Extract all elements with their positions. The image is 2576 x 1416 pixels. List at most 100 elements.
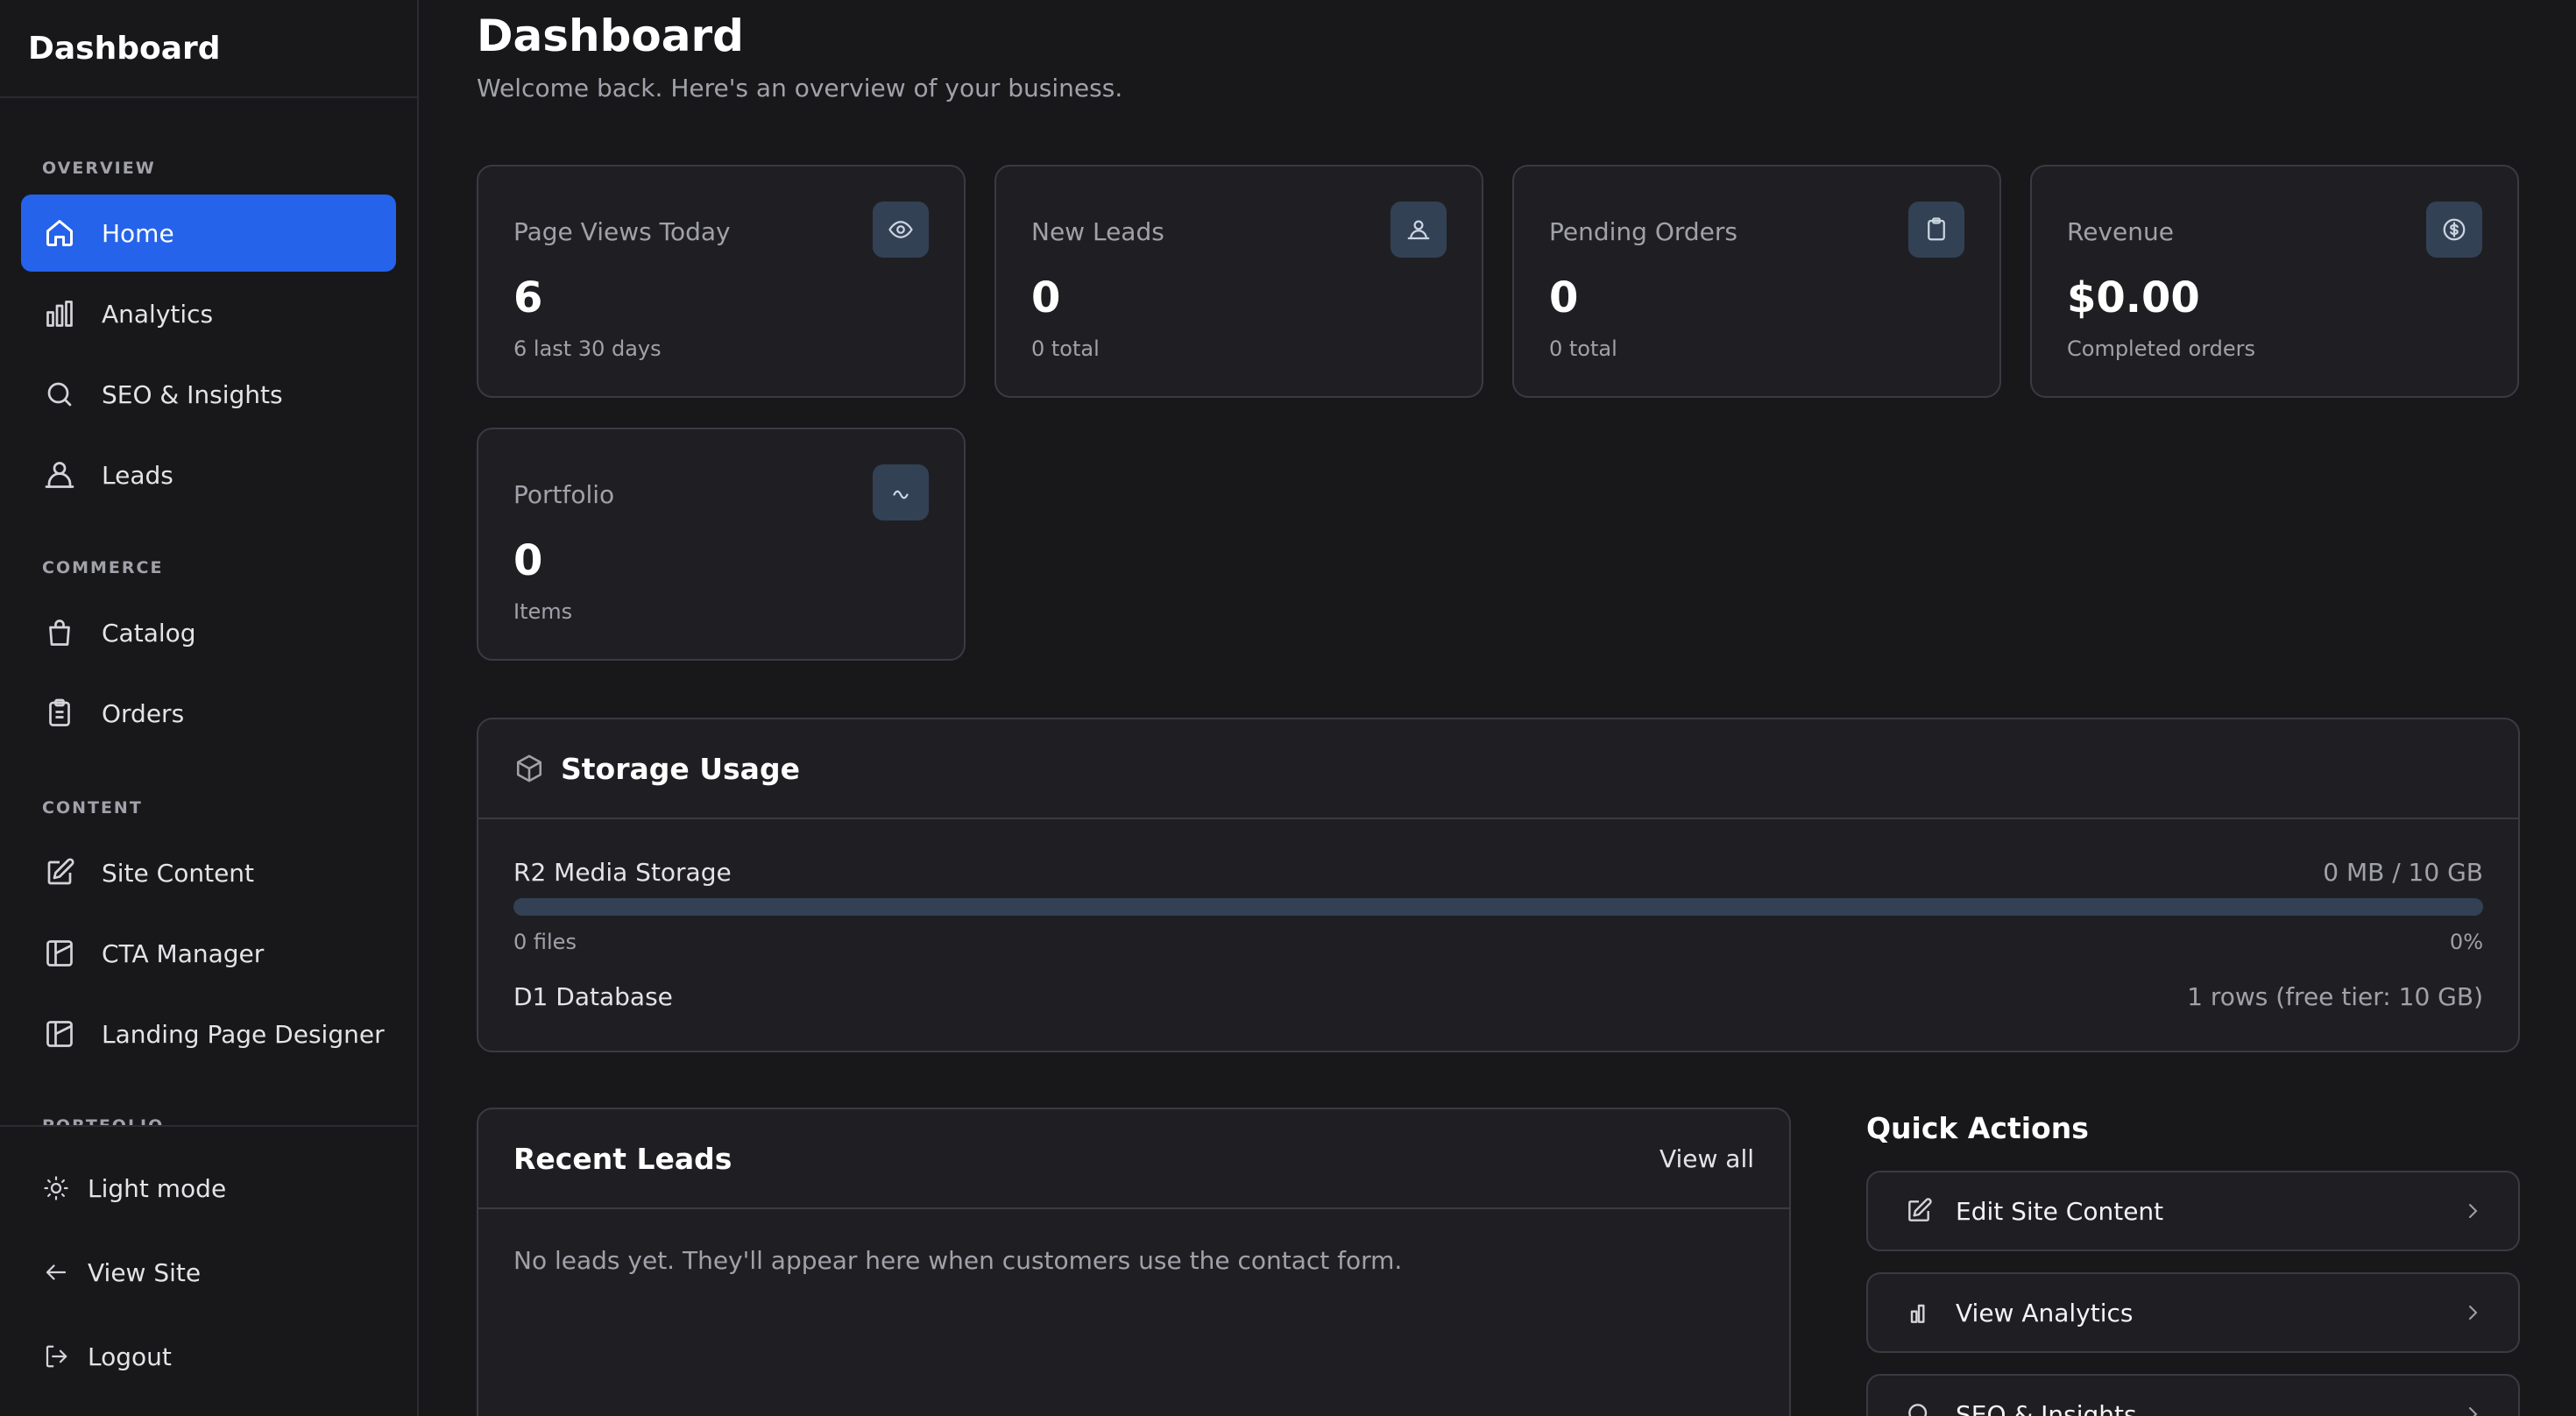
quick-action-edit-site-content[interactable]: Edit Site Content xyxy=(1866,1171,2520,1251)
stat-value: $0.00 xyxy=(2067,273,2200,322)
quick-action-view-analytics[interactable]: View Analytics xyxy=(1866,1272,2520,1353)
chevron-right-icon xyxy=(2469,1204,2478,1218)
chevron-right-icon xyxy=(2469,1407,2478,1416)
stat-label: Page Views Today xyxy=(513,217,731,246)
recent-leads-header: Recent Leads View all xyxy=(478,1109,1789,1209)
stat-value: 0 xyxy=(513,536,543,585)
quick-action-label: View Analytics xyxy=(1956,1298,2134,1328)
quick-action-label: SEO & Insights xyxy=(1956,1399,2137,1416)
view-all-link[interactable]: View all xyxy=(1660,1144,1754,1173)
shopping-bag-icon xyxy=(42,615,77,650)
users-icon xyxy=(42,457,77,492)
stat-sub: 0 total xyxy=(1549,336,1617,361)
d1-database-row: D1 Database 1 rows (free tier: 10 GB) xyxy=(513,982,2483,1011)
r2-storage-progress-bar xyxy=(513,898,2483,916)
chevron-right-icon xyxy=(2469,1306,2478,1320)
r2-storage-usage: 0 MB / 10 GB xyxy=(2323,858,2483,887)
sidebar-item-label: Site Content xyxy=(102,858,255,888)
nav-section-portfolio: PORTFOLIO xyxy=(0,1113,417,1125)
stat-sub: 0 total xyxy=(1031,336,1100,361)
eye-icon xyxy=(873,202,929,258)
quick-actions-title: Quick Actions xyxy=(1866,1111,2089,1145)
nav-heading-overview: OVERVIEW xyxy=(42,159,156,178)
sidebar-item-home[interactable]: Home xyxy=(21,195,396,272)
sidebar-item-analytics[interactable]: Analytics xyxy=(21,275,396,352)
sidebar-item-label: Orders xyxy=(102,698,185,728)
search-icon xyxy=(1903,1398,1935,1416)
sidebar-item-label: Leads xyxy=(102,460,173,490)
stat-card-pending-orders: Pending Orders 0 0 total xyxy=(1512,165,2001,398)
stat-card-portfolio: Portfolio 0 Items xyxy=(477,428,966,661)
home-icon xyxy=(42,216,77,251)
view-site-label: View Site xyxy=(88,1257,202,1287)
stat-value: 0 xyxy=(1031,273,1061,322)
logout-button[interactable]: Logout xyxy=(21,1314,396,1398)
quick-action-seo-insights[interactable]: SEO & Insights xyxy=(1866,1374,2520,1416)
d1-database-label: D1 Database xyxy=(513,982,673,1011)
sun-icon xyxy=(42,1174,70,1202)
stat-card-page-views: Page Views Today 6 6 last 30 days xyxy=(477,165,966,398)
stat-label: Pending Orders xyxy=(1549,217,1737,246)
sidebar-item-label: CTA Manager xyxy=(102,938,265,968)
wave-icon xyxy=(873,464,929,520)
bar-chart-icon xyxy=(1903,1297,1935,1328)
sidebar-item-orders[interactable]: Orders xyxy=(21,675,396,752)
storage-usage-title: Storage Usage xyxy=(561,751,800,786)
sidebar-item-site-content[interactable]: Site Content xyxy=(21,834,396,911)
recent-leads-empty-text: No leads yet. They'll appear here when c… xyxy=(513,1246,1403,1275)
nav-group-overview: Home Analytics SEO & Insights Leads xyxy=(0,195,417,517)
dollar-icon xyxy=(2426,202,2482,258)
nav-heading-content: CONTENT xyxy=(42,798,143,818)
sidebar-item-landing-page-designer[interactable]: Landing Page Designer xyxy=(21,995,396,1073)
recent-leads-title: Recent Leads xyxy=(513,1141,732,1176)
sidebar-item-label: SEO & Insights xyxy=(102,379,283,409)
stat-card-revenue: Revenue $0.00 Completed orders xyxy=(2030,165,2519,398)
sidebar-item-cta-manager[interactable]: CTA Manager xyxy=(21,915,396,992)
page-title: Dashboard xyxy=(477,11,744,61)
brand-title: Dashboard xyxy=(0,0,417,98)
search-icon xyxy=(42,377,77,412)
sidebar-item-catalog[interactable]: Catalog xyxy=(21,594,396,671)
r2-storage-label: R2 Media Storage xyxy=(513,858,732,887)
r2-percent: 0% xyxy=(2449,930,2483,954)
app-root: Dashboard OVERVIEW Home Analytics SEO & … xyxy=(0,0,2576,1416)
stat-card-new-leads: New Leads 0 0 total xyxy=(994,165,1483,398)
box-icon xyxy=(513,753,545,784)
clipboard-icon xyxy=(1908,202,1964,258)
sidebar: Dashboard OVERVIEW Home Analytics SEO & … xyxy=(0,0,419,1416)
sidebar-item-label: Home xyxy=(102,218,174,248)
stat-label: New Leads xyxy=(1031,217,1164,246)
r2-storage-row: R2 Media Storage 0 MB / 10 GB xyxy=(513,858,2483,887)
sidebar-item-seo[interactable]: SEO & Insights xyxy=(21,356,396,433)
recent-leads-panel: Recent Leads View all No leads yet. They… xyxy=(477,1108,1791,1416)
storage-usage-header: Storage Usage xyxy=(478,719,2518,819)
clipboard-icon xyxy=(42,696,77,731)
users-icon xyxy=(1391,202,1447,258)
stat-value: 0 xyxy=(1549,273,1579,322)
stat-sub: Items xyxy=(513,599,573,624)
r2-storage-meta: 0 files 0% xyxy=(513,930,2483,954)
sidebar-nav: OVERVIEW Home Analytics SEO & Insights L… xyxy=(0,98,417,1125)
nav-section-commerce: COMMERCE xyxy=(0,555,417,581)
edit-icon xyxy=(1903,1195,1935,1227)
stat-sub: 6 last 30 days xyxy=(513,336,662,361)
r2-file-count: 0 files xyxy=(513,930,577,954)
stat-label: Portfolio xyxy=(513,480,615,509)
stat-value: 6 xyxy=(513,273,543,322)
d1-database-usage: 1 rows (free tier: 10 GB) xyxy=(2187,982,2483,1011)
sidebar-item-leads[interactable]: Leads xyxy=(21,436,396,513)
light-mode-label: Light mode xyxy=(88,1173,227,1203)
arrow-left-icon xyxy=(42,1258,70,1286)
storage-usage-panel: Storage Usage R2 Media Storage 0 MB / 10… xyxy=(477,718,2520,1052)
nav-heading-commerce: COMMERCE xyxy=(42,558,164,577)
light-mode-toggle[interactable]: Light mode xyxy=(21,1146,396,1230)
nav-group-content: Site Content CTA Manager Landing Page De… xyxy=(0,834,417,1076)
edit-icon xyxy=(42,855,77,890)
view-site-link[interactable]: View Site xyxy=(21,1230,396,1314)
page-subtitle: Welcome back. Here's an overview of your… xyxy=(477,74,1123,103)
stat-label: Revenue xyxy=(2067,217,2174,246)
bar-chart-icon xyxy=(42,296,77,331)
nav-section-content: CONTENT xyxy=(0,795,417,821)
sidebar-footer: Light mode View Site Logout xyxy=(0,1125,417,1416)
nav-section-overview: OVERVIEW xyxy=(0,155,417,181)
